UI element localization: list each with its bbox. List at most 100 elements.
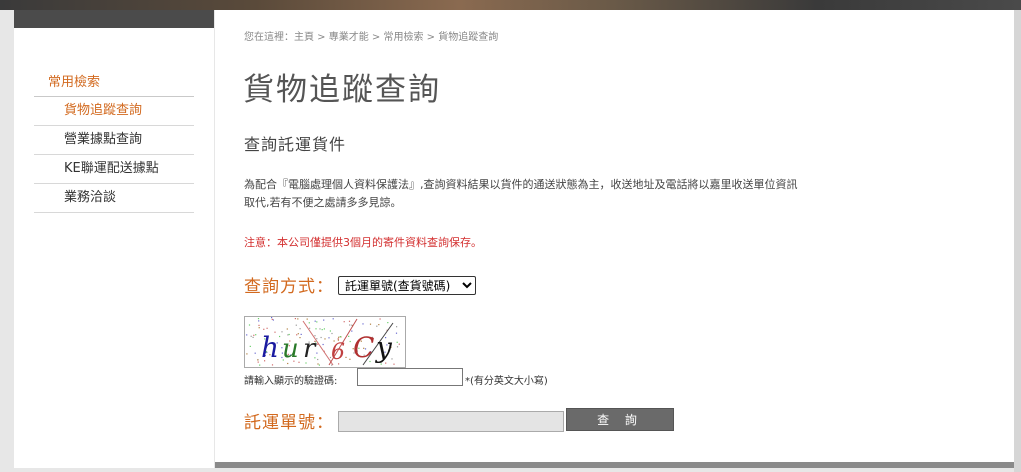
captcha-noise-dot xyxy=(272,319,274,321)
captcha-noise-dot xyxy=(258,324,260,326)
captcha-noise-dot xyxy=(314,320,316,322)
captcha-noise-dot xyxy=(339,336,341,338)
captcha-noise-dot xyxy=(387,322,389,324)
captcha-noise-dot xyxy=(321,329,323,331)
captcha-noise-dot xyxy=(253,334,255,336)
captcha-noise-dot xyxy=(315,328,317,330)
tracking-number-input[interactable] xyxy=(338,411,564,432)
captcha-noise-dot xyxy=(317,358,319,361)
captcha-noise-dot xyxy=(271,318,273,320)
captcha-noise-dot xyxy=(319,328,321,330)
sidebar-item-branch-locator[interactable]: 營業據點查詢 xyxy=(34,126,194,155)
captcha-noise-dot xyxy=(246,334,248,336)
main-content: 您在這裡：主頁 > 專業才能 > 常用檢索 > 貨物追蹤查詢 貨物追蹤查詢 查詢… xyxy=(215,10,1014,462)
sidebar-top-bar xyxy=(14,10,214,28)
captcha-noise-dot xyxy=(324,338,326,340)
captcha-noise-dot xyxy=(258,320,260,322)
captcha-noise-dot xyxy=(249,345,251,347)
query-method-select[interactable]: 託運單號(查貨號碼) xyxy=(338,276,476,295)
captcha-noise-dot xyxy=(329,330,331,332)
captcha-noise-dot xyxy=(345,356,347,358)
case-sensitive-note: *(有分英文大小寫) xyxy=(465,376,548,387)
captcha-noise-dot xyxy=(271,364,274,366)
captcha-char: h xyxy=(261,331,279,364)
captcha-noise-dot xyxy=(323,319,325,321)
captcha-noise-dot xyxy=(250,335,252,337)
captcha-noise-dot xyxy=(322,343,324,346)
captcha-noise-dot xyxy=(300,333,302,335)
captcha-hint: 請輸入顯示的驗證碼: xyxy=(244,376,338,387)
captcha-noise-dot xyxy=(396,341,398,343)
captcha-noise-dot xyxy=(348,320,351,322)
captcha-noise-dot xyxy=(331,332,333,335)
captcha-noise-dot xyxy=(318,364,320,366)
captcha-noise-dot xyxy=(286,328,288,330)
captcha-noise-dot xyxy=(317,363,319,365)
captcha-noise-dot xyxy=(297,318,299,320)
captcha-graphic: h u r 6 C y xyxy=(246,317,400,366)
captcha-noise-dot xyxy=(349,340,351,343)
captcha-noise-dot xyxy=(320,336,322,339)
captcha-noise-dot xyxy=(349,358,351,360)
query-method-label: 查詢方式： xyxy=(244,277,334,297)
captcha-noise-dot xyxy=(379,318,381,320)
captcha-noise-dot xyxy=(349,324,351,326)
captcha-noise-dot xyxy=(316,352,318,354)
captcha-noise-dot xyxy=(328,337,330,339)
tracking-number-label: 託運單號： xyxy=(244,413,334,433)
sidebar-menu: 常用檢索 貨物追蹤查詢 營業據點查詢 KE聯運配送據點 業務洽談 xyxy=(34,70,194,213)
captcha-noise-dot xyxy=(309,327,311,329)
page-title: 貨物追蹤查詢 xyxy=(243,72,441,108)
captcha-noise-dot xyxy=(316,321,318,323)
captcha-noise-dot xyxy=(257,361,259,363)
captcha-noise-dot xyxy=(396,346,399,348)
captcha-noise-dot xyxy=(257,318,260,320)
captcha-char: C xyxy=(353,331,374,364)
captcha-noise-dot xyxy=(343,321,345,323)
captcha-noise-dot xyxy=(376,325,378,327)
captcha-noise-dot xyxy=(266,327,268,329)
captcha-noise-dot xyxy=(348,335,350,337)
captcha-noise-dot xyxy=(369,323,372,325)
captcha-noise-dot xyxy=(308,322,310,324)
captcha-noise-dot xyxy=(281,331,283,333)
captcha-noise-dot xyxy=(255,334,257,336)
captcha-noise-dot xyxy=(263,328,265,330)
captcha-noise-dot xyxy=(396,326,398,328)
captcha-noise-dot xyxy=(258,327,260,329)
section-subtitle: 查詢託運貨件 xyxy=(244,135,347,154)
sidebar-item-cargo-tracking[interactable]: 貨物追蹤查詢 xyxy=(34,97,194,126)
captcha-noise-dot xyxy=(248,324,251,326)
captcha-noise-dot xyxy=(252,336,254,338)
captcha-noise-dot xyxy=(316,338,318,340)
captcha-noise-dot xyxy=(299,328,301,330)
query-button[interactable]: 查 詢 xyxy=(566,408,674,431)
captcha-noise-dot xyxy=(254,352,256,354)
captcha-noise-dot xyxy=(246,353,248,355)
captcha-noise-dot xyxy=(306,318,308,320)
captcha-noise-dot xyxy=(299,337,301,339)
captcha-noise-dot xyxy=(259,364,261,366)
sidebar-item-ke-delivery-points[interactable]: KE聯運配送據點 xyxy=(34,155,194,184)
captcha-char: y xyxy=(374,331,393,364)
sidebar-item-business-inquiry[interactable]: 業務洽談 xyxy=(34,184,194,213)
captcha-noise-dot xyxy=(295,324,297,326)
captcha-noise-dot xyxy=(378,324,380,326)
captcha-char: r xyxy=(303,334,317,364)
breadcrumb: 您在這裡：主頁 > 專業才能 > 常用檢索 > 貨物追蹤查詢 xyxy=(244,32,499,43)
captcha-input[interactable] xyxy=(357,368,463,386)
captcha-char: 6 xyxy=(331,340,345,365)
captcha-noise-dot xyxy=(257,359,259,361)
header-banner-strip xyxy=(0,0,1021,10)
captcha-noise-dot xyxy=(271,317,273,319)
captcha-noise-dot xyxy=(332,318,334,320)
privacy-notice: 為配合『電腦處理個人資料保護法』,查詢資料結果以貨件的通送狀態為主，收送地址及電… xyxy=(244,178,798,209)
captcha-noise-dot xyxy=(294,318,296,320)
captcha-noise-dot xyxy=(398,343,400,345)
captcha-noise-dot xyxy=(395,332,398,334)
captcha-noise-dot xyxy=(323,328,325,330)
captcha-image: h u r 6 C y xyxy=(244,316,406,368)
sidebar: 常用檢索 貨物追蹤查詢 營業據點查詢 KE聯運配送據點 業務洽談 xyxy=(14,28,214,468)
captcha-noise-dot xyxy=(362,323,364,325)
retention-warning: 注意：本公司僅提供3個月的寄件資料查詢保存。 xyxy=(244,236,482,249)
